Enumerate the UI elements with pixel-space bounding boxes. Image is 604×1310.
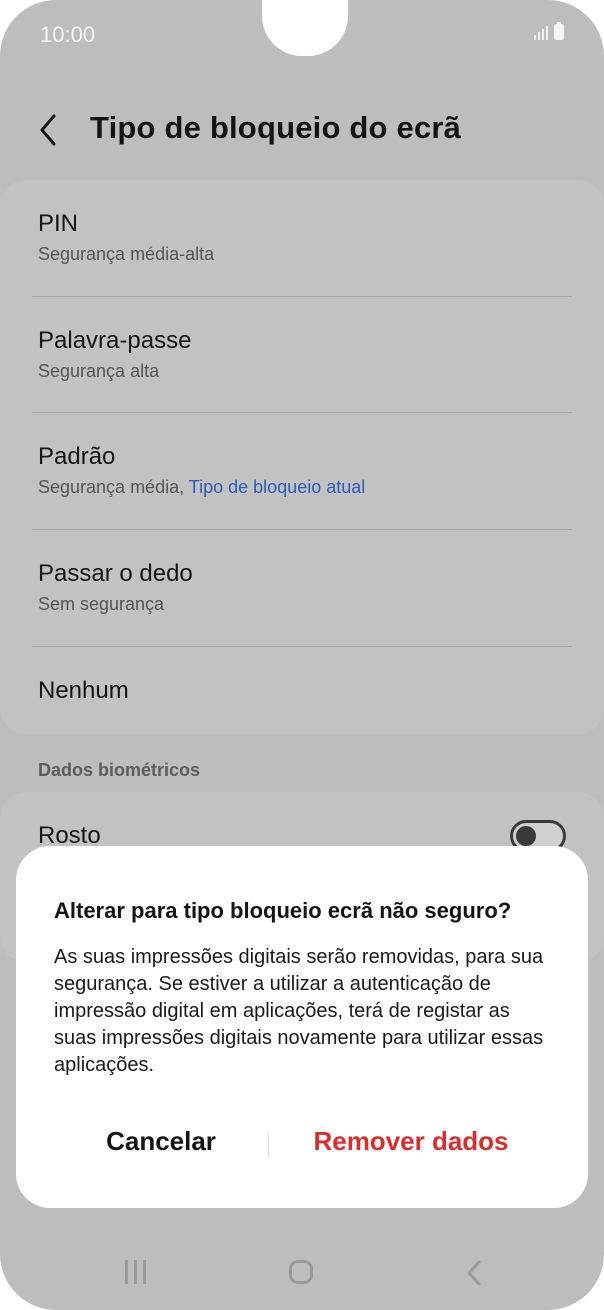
recents-icon xyxy=(124,1260,128,1284)
divider xyxy=(32,646,572,647)
lock-option-title: PIN xyxy=(38,210,79,237)
toggle-knob xyxy=(516,826,536,846)
divider xyxy=(32,412,572,413)
battery-icon xyxy=(554,22,564,40)
recent-apps-button[interactable] xyxy=(120,1260,150,1290)
lock-option-subtitle: Segurança média-alta xyxy=(38,244,215,264)
nav-back-button[interactable] xyxy=(460,1258,490,1288)
lock-option-title: Padrão xyxy=(38,443,116,470)
page-title: Tipo de bloqueio do ecrã xyxy=(90,110,462,145)
divider xyxy=(32,296,572,297)
remove-data-button[interactable]: Remover dados xyxy=(296,1126,526,1157)
lock-option-pin[interactable]: PIN Segurança média-alta xyxy=(38,210,572,265)
back-button[interactable] xyxy=(34,112,64,148)
cancel-button[interactable]: Cancelar xyxy=(76,1126,246,1157)
chevron-left-icon xyxy=(40,114,56,146)
signal-icon xyxy=(534,24,548,40)
lock-option-password[interactable]: Palavra-passe Segurança alta xyxy=(38,327,572,382)
lock-option-swipe[interactable]: Passar o dedo Sem segurança xyxy=(38,560,572,615)
button-separator xyxy=(268,1132,269,1158)
lock-option-title: Nenhum xyxy=(38,677,129,704)
navigation-bar xyxy=(0,1240,604,1310)
lock-option-title: Palavra-passe xyxy=(38,327,192,354)
status-bar: 10:00 xyxy=(0,0,604,70)
lock-option-none[interactable]: Nenhum xyxy=(38,677,572,705)
lock-option-subtitle-row: Segurança média, Tipo de bloqueio atual xyxy=(38,477,572,498)
dialog-message: As suas impressões digitais serão removi… xyxy=(54,946,544,1076)
phone-screen: 10:00 Tipo de bloqueio do ecrã PIN Segur… xyxy=(0,0,604,1310)
app-header: Tipo de bloqueio do ecrã xyxy=(0,100,604,160)
biometrics-section-label: Dados biométricos xyxy=(38,760,201,780)
dialog-actions: Cancelar Remover dados xyxy=(16,1116,588,1168)
current-lock-label: Tipo de bloqueio atual xyxy=(188,477,366,497)
back-arrow-icon xyxy=(467,1260,481,1286)
lock-option-subtitle: Segurança alta xyxy=(38,361,160,381)
status-time: 10:00 xyxy=(40,22,96,47)
status-icons xyxy=(534,22,564,40)
lock-option-subtitle: Sem segurança xyxy=(38,594,165,614)
lock-option-title: Passar o dedo xyxy=(38,560,193,587)
home-button[interactable] xyxy=(289,1260,313,1284)
divider xyxy=(32,529,572,530)
dialog-title: Alterar para tipo bloqueio ecrã não segu… xyxy=(54,898,512,923)
confirm-dialog: Alterar para tipo bloqueio ecrã não segu… xyxy=(16,846,588,1208)
lock-option-pattern[interactable]: Padrão Segurança média, Tipo de bloqueio… xyxy=(38,443,572,498)
lock-option-subtitle: Segurança média, xyxy=(38,477,185,497)
